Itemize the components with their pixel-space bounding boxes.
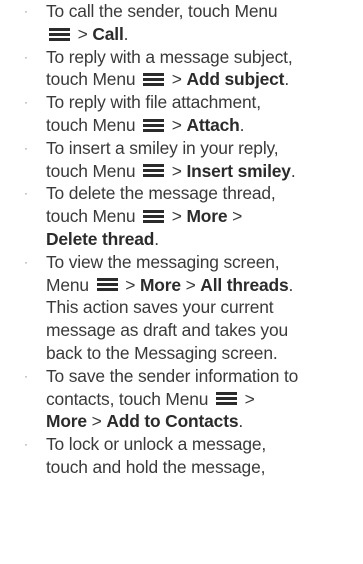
list-item: To lock or unlock a message, touch and h… <box>0 433 363 479</box>
item-text: To reply with file attachment, <box>46 92 261 113</box>
instruction-list: To call the sender, touch Menu > Call. T… <box>0 0 363 479</box>
menu-option-add-to-contacts: Add to Contacts <box>106 411 239 432</box>
item-text: To view the messaging screen, <box>46 251 280 272</box>
item-text: To reply with a message subject, <box>46 46 293 67</box>
item-text: This action saves your current <box>46 297 274 318</box>
menu-icon <box>143 163 165 178</box>
item-text: To lock or unlock a message, <box>46 434 267 455</box>
list-item: To reply with a message subject, touch M… <box>0 46 363 92</box>
menu-icon <box>143 209 165 224</box>
bullet <box>24 91 32 114</box>
menu-icon <box>49 27 70 41</box>
bullet <box>24 0 32 23</box>
menu-icon <box>143 118 165 132</box>
list-item: To call the sender, touch Menu > Call. <box>0 0 363 46</box>
menu-option-insert-smiley: Insert smiley <box>186 160 291 181</box>
bullet <box>24 251 32 274</box>
bullet <box>24 137 32 160</box>
menu-option-add-subject: Add subject <box>186 69 285 90</box>
item-text: To save the sender information to <box>46 365 299 386</box>
item-text: message as draft and takes you <box>46 320 289 341</box>
list-item: To insert a smiley in your reply, touch … <box>0 137 363 183</box>
bullet <box>24 182 32 205</box>
item-text: back to the Messaging screen. <box>46 342 278 363</box>
item-text: To delete the message thread, <box>46 183 276 204</box>
item-text: To insert a smiley in your reply, <box>46 137 279 158</box>
list-item: To delete the message thread, touch Menu… <box>0 182 363 250</box>
menu-option-delete-thread: Delete thread <box>46 228 155 249</box>
menu-icon <box>96 277 118 292</box>
menu-option-more: More <box>186 206 228 227</box>
list-item: To view the messaging screen, Menu > Mor… <box>0 251 363 365</box>
menu-option-more: More <box>139 274 181 295</box>
menu-option-more: More <box>46 411 87 432</box>
menu-option-call: Call <box>92 23 124 44</box>
menu-option-all-threads: All threads <box>200 274 289 295</box>
menu-icon <box>216 391 237 406</box>
menu-icon <box>143 72 165 87</box>
list-item: To save the sender information to contac… <box>0 365 363 433</box>
item-text: To call the sender, touch Menu <box>46 1 278 21</box>
bullet <box>24 365 32 388</box>
bullet <box>24 46 32 69</box>
menu-option-attach: Attach <box>186 114 240 135</box>
item-text: touch and hold the message, <box>46 456 266 477</box>
list-item: To reply with file attachment, touch Men… <box>0 91 363 137</box>
bullet <box>24 433 32 456</box>
